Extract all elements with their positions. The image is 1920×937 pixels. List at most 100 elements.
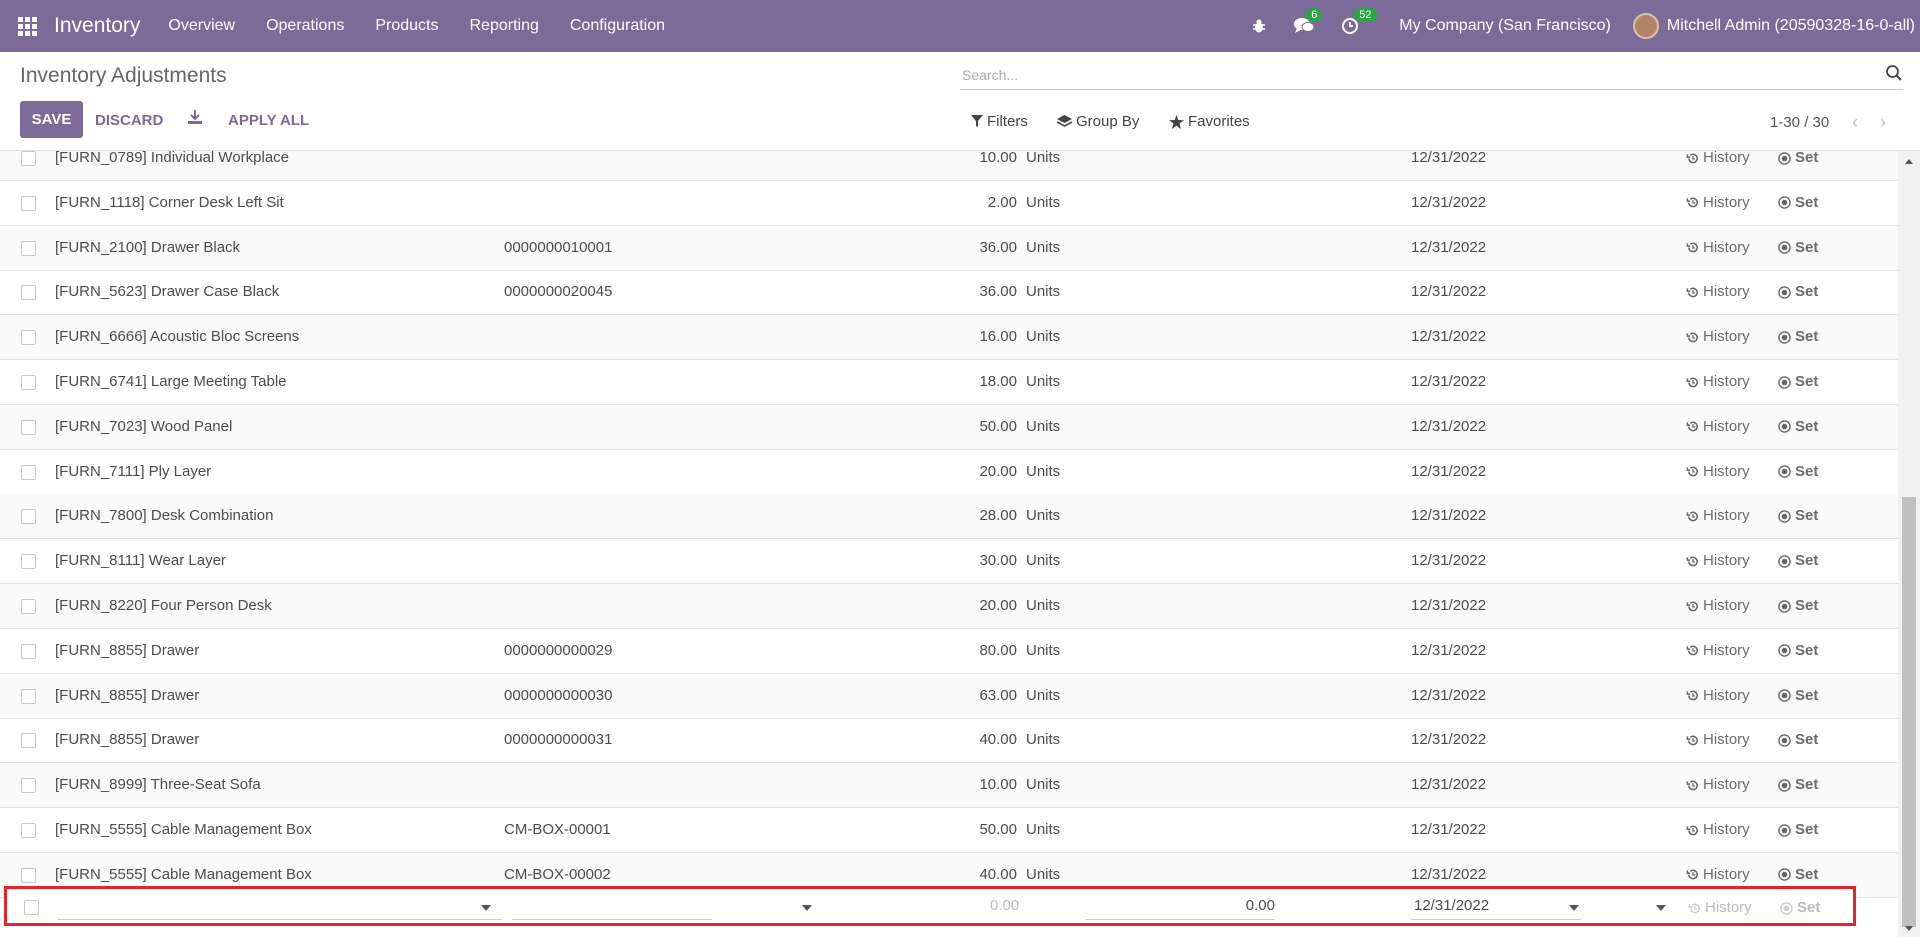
row-checkbox[interactable]: [21, 554, 36, 570]
set-button[interactable]: Set: [1778, 494, 1818, 538]
row-checkbox[interactable]: [21, 285, 36, 301]
chevron-down-icon[interactable]: [1569, 905, 1579, 911]
menu-products[interactable]: Products: [375, 17, 438, 35]
quantity-cell[interactable]: 50.00: [900, 405, 1017, 449]
row-checkbox[interactable]: [21, 195, 36, 211]
row-checkbox[interactable]: [21, 823, 36, 838]
set-button[interactable]: Set: [1778, 629, 1818, 673]
filters-button[interactable]: Filters: [971, 113, 1028, 130]
table-row[interactable]: [FURN_8220] Four Person Desk 20.00 Units 12…: [0, 584, 1898, 629]
row-checkbox[interactable]: [21, 867, 36, 883]
chevron-left-icon[interactable]: ‹: [1852, 112, 1858, 133]
product-cell[interactable]: [FURN_7023] Wood Panel: [55, 405, 232, 449]
quantity-cell[interactable]: 50.00: [900, 808, 1017, 852]
history-button[interactable]: History: [1686, 270, 1750, 314]
set-button[interactable]: Set: [1780, 891, 1820, 925]
row-checkbox[interactable]: [21, 688, 36, 704]
quantity-cell[interactable]: 36.00: [900, 226, 1017, 270]
row-checkbox[interactable]: [21, 330, 36, 346]
table-row[interactable]: [FURN_8111] Wear Layer 30.00 Units 12/31/20…: [0, 539, 1898, 585]
save-button[interactable]: SAVE: [20, 101, 83, 138]
discard-button[interactable]: DISCARD: [95, 112, 163, 129]
table-row[interactable]: [FURN_8999] Three-Seat Sofa 10.00 Units 12/…: [0, 763, 1898, 809]
product-cell[interactable]: [FURN_0789] Individual Workplace: [55, 151, 289, 180]
history-button[interactable]: History: [1686, 584, 1750, 628]
row-checkbox[interactable]: [21, 419, 36, 435]
scrollbar-thumb[interactable]: [1902, 497, 1916, 927]
date-cell[interactable]: 12/31/2022: [1411, 360, 1486, 404]
set-button[interactable]: Set: [1778, 763, 1818, 807]
scheduled-date-field[interactable]: 12/31/2022: [1411, 893, 1581, 920]
quantity-cell[interactable]: 80.00: [900, 629, 1017, 673]
table-row[interactable]: [FURN_8855] Drawer 0000000000029 80.00 Unit…: [0, 629, 1898, 674]
history-button[interactable]: History: [1686, 718, 1750, 762]
quantity-cell[interactable]: 10.00: [900, 763, 1017, 807]
date-cell[interactable]: 12/31/2022: [1411, 718, 1486, 762]
menu-operations[interactable]: Operations: [266, 17, 344, 35]
activities-clock-icon[interactable]: 52: [1341, 8, 1377, 35]
history-button[interactable]: History: [1686, 539, 1750, 583]
debug-bug-icon[interactable]: [1251, 18, 1267, 34]
row-checkbox[interactable]: [21, 778, 36, 794]
download-icon[interactable]: [187, 109, 203, 130]
product-cell[interactable]: [FURN_8111] Wear Layer: [55, 539, 226, 583]
history-button[interactable]: History: [1686, 181, 1750, 225]
date-cell[interactable]: 12/31/2022: [1411, 151, 1486, 180]
product-cell[interactable]: [FURN_5555] Cable Management Box: [55, 808, 312, 852]
menu-configuration[interactable]: Configuration: [570, 17, 665, 35]
chevron-right-icon[interactable]: ›: [1880, 112, 1886, 133]
product-cell[interactable]: [FURN_1118] Corner Desk Left Sit: [55, 181, 284, 225]
history-button[interactable]: History: [1686, 629, 1750, 673]
history-button[interactable]: History: [1688, 891, 1752, 925]
apply-all-button[interactable]: APPLY ALL: [228, 112, 309, 129]
quantity-cell[interactable]: 16.00: [900, 315, 1017, 359]
quantity-cell[interactable]: 2.00: [900, 181, 1017, 225]
set-button[interactable]: Set: [1778, 584, 1818, 628]
set-button[interactable]: Set: [1778, 674, 1818, 718]
quantity-cell[interactable]: 63.00: [900, 674, 1017, 718]
set-button[interactable]: Set: [1778, 181, 1818, 225]
history-button[interactable]: History: [1686, 450, 1750, 494]
row-checkbox[interactable]: [21, 464, 36, 480]
quantity-cell[interactable]: 30.00: [900, 539, 1017, 583]
table-row[interactable]: [FURN_2100] Drawer Black 0000000010001 36.…: [0, 225, 1898, 271]
table-row[interactable]: [FURN_6741] Large Meeting Table 18.00 Unit…: [0, 360, 1898, 405]
date-cell[interactable]: 12/31/2022: [1411, 494, 1486, 538]
pager-value[interactable]: 1-30 / 30: [1770, 114, 1829, 131]
product-cell[interactable]: [FURN_6666] Acoustic Bloc Screens: [55, 315, 299, 359]
menu-reporting[interactable]: Reporting: [469, 17, 538, 35]
set-button[interactable]: Set: [1778, 450, 1818, 494]
row-checkbox[interactable]: [21, 509, 36, 525]
history-button[interactable]: History: [1686, 315, 1750, 359]
product-cell[interactable]: [FURN_5623] Drawer Case Black: [55, 270, 279, 314]
set-button[interactable]: Set: [1778, 270, 1818, 314]
quantity-cell[interactable]: 40.00: [900, 718, 1017, 762]
product-cell[interactable]: [FURN_2100] Drawer Black: [55, 226, 240, 270]
product-cell[interactable]: [FURN_7800] Desk Combination: [55, 494, 273, 538]
history-button[interactable]: History: [1686, 360, 1750, 404]
apps-menu-icon[interactable]: [0, 0, 54, 52]
product-cell[interactable]: [FURN_7111] Ply Layer: [55, 450, 211, 494]
quantity-cell[interactable]: 10.00: [900, 151, 1017, 180]
product-cell[interactable]: [FURN_8855] Drawer: [55, 674, 199, 718]
lot-cell[interactable]: 0000000000029: [504, 629, 612, 673]
history-button[interactable]: History: [1686, 405, 1750, 449]
table-row[interactable]: [FURN_8855] Drawer 0000000000030 63.00 Unit…: [0, 673, 1898, 719]
date-cell[interactable]: 12/31/2022: [1411, 450, 1486, 494]
product-cell[interactable]: [FURN_8999] Three-Seat Sofa: [55, 763, 261, 807]
table-row[interactable]: [FURN_7023] Wood Panel 50.00 Units 12/31/20…: [0, 404, 1898, 450]
date-cell[interactable]: 12/31/2022: [1411, 315, 1486, 359]
row-checkbox[interactable]: [24, 900, 39, 915]
lot-cell[interactable]: 0000000020045: [504, 270, 612, 314]
row-checkbox[interactable]: [21, 733, 36, 749]
set-button[interactable]: Set: [1778, 808, 1818, 852]
history-button[interactable]: History: [1686, 494, 1750, 538]
row-checkbox[interactable]: [21, 643, 36, 659]
search-input[interactable]: [960, 62, 1840, 88]
menu-overview[interactable]: Overview: [168, 17, 235, 35]
app-brand[interactable]: Inventory: [54, 14, 140, 38]
date-cell[interactable]: 12/31/2022: [1411, 629, 1486, 673]
lot-cell[interactable]: 0000000000030: [504, 674, 612, 718]
set-button[interactable]: Set: [1778, 718, 1818, 762]
scroll-up-icon[interactable]: [1905, 159, 1913, 164]
